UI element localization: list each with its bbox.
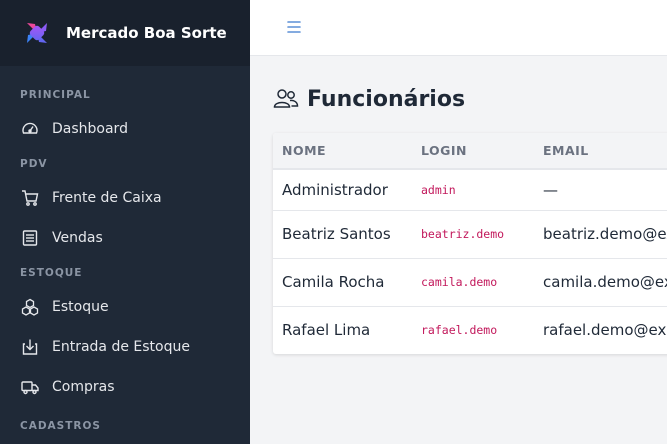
top-bar <box>250 0 667 56</box>
sidebar-item-dashboard[interactable]: Dashboard <box>0 109 250 149</box>
column-header-nome[interactable]: NOME <box>273 133 412 170</box>
cell-login: admin <box>421 182 456 197</box>
box-arrow-in-icon <box>21 338 39 356</box>
sidebar-section-estoque: ESTOQUE <box>20 266 83 279</box>
menu-toggle-icon[interactable] <box>286 19 302 35</box>
sidebar-item-frente-de-caixa[interactable]: Frente de Caixa <box>0 178 250 218</box>
cell-login: beatriz.demo <box>421 227 505 241</box>
cell-email: beatriz.demo@example.com <box>543 225 667 243</box>
cell-name: Rafael Lima <box>282 321 371 339</box>
sidebar-item-compras[interactable]: Compras <box>0 367 250 407</box>
column-header-login[interactable]: LOGIN <box>412 133 534 170</box>
sidebar-item-entrada-de-estoque[interactable]: Entrada de Estoque <box>0 327 250 367</box>
cell-login: rafael.demo <box>421 323 498 337</box>
table-row[interactable]: Rafael Lima rafael.demo rafael.demo@exam… <box>273 306 667 354</box>
sidebar-item-label: Entrada de Estoque <box>52 339 190 355</box>
table-row[interactable]: Camila Rocha camila.demo camila.demo@exa… <box>273 258 667 306</box>
sidebar-section-cadastros: CADASTROS <box>20 419 101 432</box>
sidebar-item-label: Estoque <box>52 299 109 315</box>
page-title-text: Funcionários <box>307 86 466 112</box>
sidebar-section-principal: PRINCIPAL <box>20 88 91 101</box>
sidebar-item-label: Vendas <box>52 230 103 246</box>
cell-email: rafael.demo@example.com <box>543 321 667 339</box>
sidebar-item-vendas[interactable]: Vendas <box>0 218 250 258</box>
sidebar-item-label: Frente de Caixa <box>52 190 162 206</box>
app-name: Mercado Boa Sorte <box>66 24 227 42</box>
sidebar-item-label: Dashboard <box>52 121 128 137</box>
boxes-icon <box>21 298 39 316</box>
cell-name: Beatriz Santos <box>282 225 391 243</box>
sidebar: Mercado Boa Sorte PRINCIPAL Dashboard PD… <box>0 0 250 444</box>
cell-email: — <box>543 180 558 199</box>
sidebar-item-label: Compras <box>52 379 115 395</box>
sidebar-section-pdv: PDV <box>20 157 48 170</box>
gauge-icon <box>21 120 39 138</box>
people-icon <box>273 86 299 112</box>
cell-email: camila.demo@example.com <box>543 273 667 291</box>
column-header-email[interactable]: EMAIL <box>534 133 667 170</box>
table-header-row: NOME LOGIN EMAIL <box>273 133 667 170</box>
truck-icon <box>21 378 39 396</box>
cell-name: Administrador <box>282 180 388 199</box>
cart-icon <box>21 189 39 207</box>
sidebar-item-estoque[interactable]: Estoque <box>0 287 250 327</box>
employees-table-card: NOME LOGIN EMAIL Administrador admin — B… <box>273 133 667 354</box>
brand[interactable]: Mercado Boa Sorte <box>0 0 250 66</box>
page-title: Funcionários <box>273 86 465 112</box>
employees-table: NOME LOGIN EMAIL Administrador admin — B… <box>273 133 667 354</box>
receipt-icon <box>21 229 39 247</box>
table-row[interactable]: Administrador admin — <box>273 169 667 210</box>
table-row[interactable]: Beatriz Santos beatriz.demo beatriz.demo… <box>273 210 667 258</box>
logo-icon <box>24 20 50 46</box>
cell-name: Camila Rocha <box>282 273 385 291</box>
cell-login: camila.demo <box>421 275 498 289</box>
